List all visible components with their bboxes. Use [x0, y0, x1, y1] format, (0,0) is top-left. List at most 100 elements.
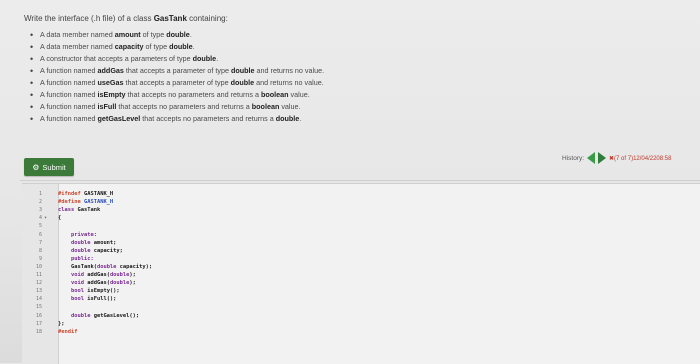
code-token: );: [129, 272, 136, 278]
code-token: getGasLevel();: [93, 312, 140, 319]
code-token: GASTANK_H: [83, 199, 114, 206]
bullet-icon: •: [30, 102, 34, 112]
code-line: 12 void addGas(double);: [22, 279, 700, 287]
code-token: double: [109, 272, 130, 278]
requirement-post2: .: [192, 42, 195, 51]
requirement-post2: .: [299, 114, 302, 123]
requirement-pre: A function named: [40, 66, 98, 75]
code-token: capacity);: [119, 263, 153, 270]
code-token: GasTank(: [58, 263, 97, 270]
code-token: public:: [58, 255, 94, 262]
history-prev-icon[interactable]: [587, 152, 596, 164]
line-number: 4: [38, 215, 42, 222]
line-number: 9: [38, 255, 42, 262]
requirement-item: • A function named getGasLevel that accep…: [30, 113, 324, 125]
code-line: 5: [22, 222, 700, 230]
requirement-bold2: boolean: [251, 102, 280, 111]
history-label: History:: [562, 154, 585, 162]
requirement-bold2: double: [169, 42, 193, 51]
line-number: 18: [35, 328, 42, 335]
requirement-item: • A function named addGas that accepts a …: [30, 65, 325, 77]
code-token: {: [58, 215, 62, 222]
submit-button[interactable]: ⚙ Submit: [24, 158, 74, 176]
line-number: 16: [35, 312, 42, 319]
requirement-bold: useGas: [97, 78, 124, 87]
code-token: isFull();: [87, 296, 117, 303]
code-line: 15: [22, 303, 700, 311]
requirement-bold2: double: [230, 78, 255, 87]
gear-icon: ⚙: [32, 162, 40, 172]
requirement-bold2: boolean: [260, 90, 289, 99]
title-prefix: Write the interface (.h file) of a class: [24, 14, 154, 23]
code-token: addGas(: [87, 272, 110, 278]
requirement-post: that accepts a parameter of type: [123, 78, 231, 87]
code-editor[interactable]: 1 #ifndef GASTANK_H 2 #define GASTANK_H 3 cla…: [22, 183, 700, 364]
code-line: 7 double amount;: [22, 239, 700, 247]
fold-toggle-icon[interactable]: ▾: [44, 214, 47, 222]
line-number: 5: [38, 223, 42, 230]
code-text: class GasTank: [58, 206, 100, 214]
page: Write the interface (.h file) of a class…: [0, 0, 700, 364]
line-number: 8: [38, 247, 42, 254]
line-number: 15: [35, 304, 42, 311]
code-text: };: [58, 320, 65, 328]
bullet-icon: •: [30, 90, 34, 100]
code-token: double: [96, 263, 120, 270]
line-number: 2: [38, 199, 42, 206]
requirement-bold2: double: [166, 30, 190, 39]
line-number: 6: [38, 231, 42, 238]
bullet-icon: •: [30, 66, 34, 76]
code-text: private:: [58, 231, 97, 239]
line-number: 3: [38, 207, 42, 214]
code-text: public:: [58, 255, 94, 263]
code-token: #ifndef: [58, 191, 84, 197]
line-number: 11: [35, 272, 42, 278]
code-token: bool: [58, 288, 88, 295]
divider: [20, 180, 700, 181]
requirements-list: • A data member named amount of type doub…: [30, 29, 325, 125]
requirement-pre: A constructor that accepts a parameters …: [40, 54, 193, 63]
requirement-bold: capacity: [114, 42, 144, 51]
history-counter: ✖(7 of 7)12/04/2208:58: [609, 155, 672, 162]
bullet-icon: •: [30, 114, 34, 124]
code-text: GasTank(double capacity);: [58, 263, 152, 271]
bullet-icon: •: [30, 30, 34, 40]
requirement-post2: value.: [288, 90, 310, 99]
code-text: #endif: [58, 328, 77, 336]
line-number: 12: [35, 280, 42, 287]
title-suffix: containing:: [186, 14, 228, 23]
code-line: 17};: [22, 320, 700, 328]
code-text: double capacity;: [58, 247, 123, 255]
requirement-post: that accepts no parameters and returns a: [125, 90, 261, 99]
code-text: void addGas(double);: [58, 279, 136, 287]
problem-title: Write the interface (.h file) of a class…: [24, 14, 228, 23]
code-text: bool isFull();: [58, 295, 116, 303]
code-token: #endif: [58, 328, 78, 335]
code-line: 13 bool isEmpty();: [22, 287, 700, 295]
requirement-item: • A function named isFull that accepts no…: [30, 101, 324, 113]
code-line: 2 #define GASTANK_H: [22, 198, 700, 206]
requirement-post2: and returns no value.: [254, 66, 325, 75]
requirement-post: of type: [140, 30, 167, 39]
requirement-post: .: [216, 54, 219, 63]
code-token: class: [58, 207, 78, 214]
bullet-icon: •: [30, 78, 34, 88]
requirement-pre: A function named: [40, 114, 98, 123]
code-text: bool isEmpty();: [58, 287, 120, 295]
code-token: GasTank: [77, 207, 101, 214]
requirement-bold: addGas: [97, 66, 124, 75]
requirement-bold: getGasLevel: [97, 114, 141, 123]
requirement-item: • A function named isEmpty that accepts n…: [30, 89, 324, 101]
code-token: );: [129, 280, 136, 287]
code-text: #define GASTANK_H: [58, 198, 113, 206]
history-next-icon[interactable]: [598, 152, 607, 164]
requirement-bold: isFull: [97, 102, 117, 111]
code-token: capacity;: [93, 247, 123, 254]
bullet-icon: •: [30, 42, 34, 52]
code-line: 9 public:: [22, 255, 700, 263]
line-number: 10: [35, 263, 42, 270]
requirement-bold2: double: [231, 66, 255, 75]
code-text: {: [58, 214, 61, 222]
requirement-post2: and returns no value.: [254, 78, 324, 87]
code-line: 18 #endif: [22, 328, 700, 336]
